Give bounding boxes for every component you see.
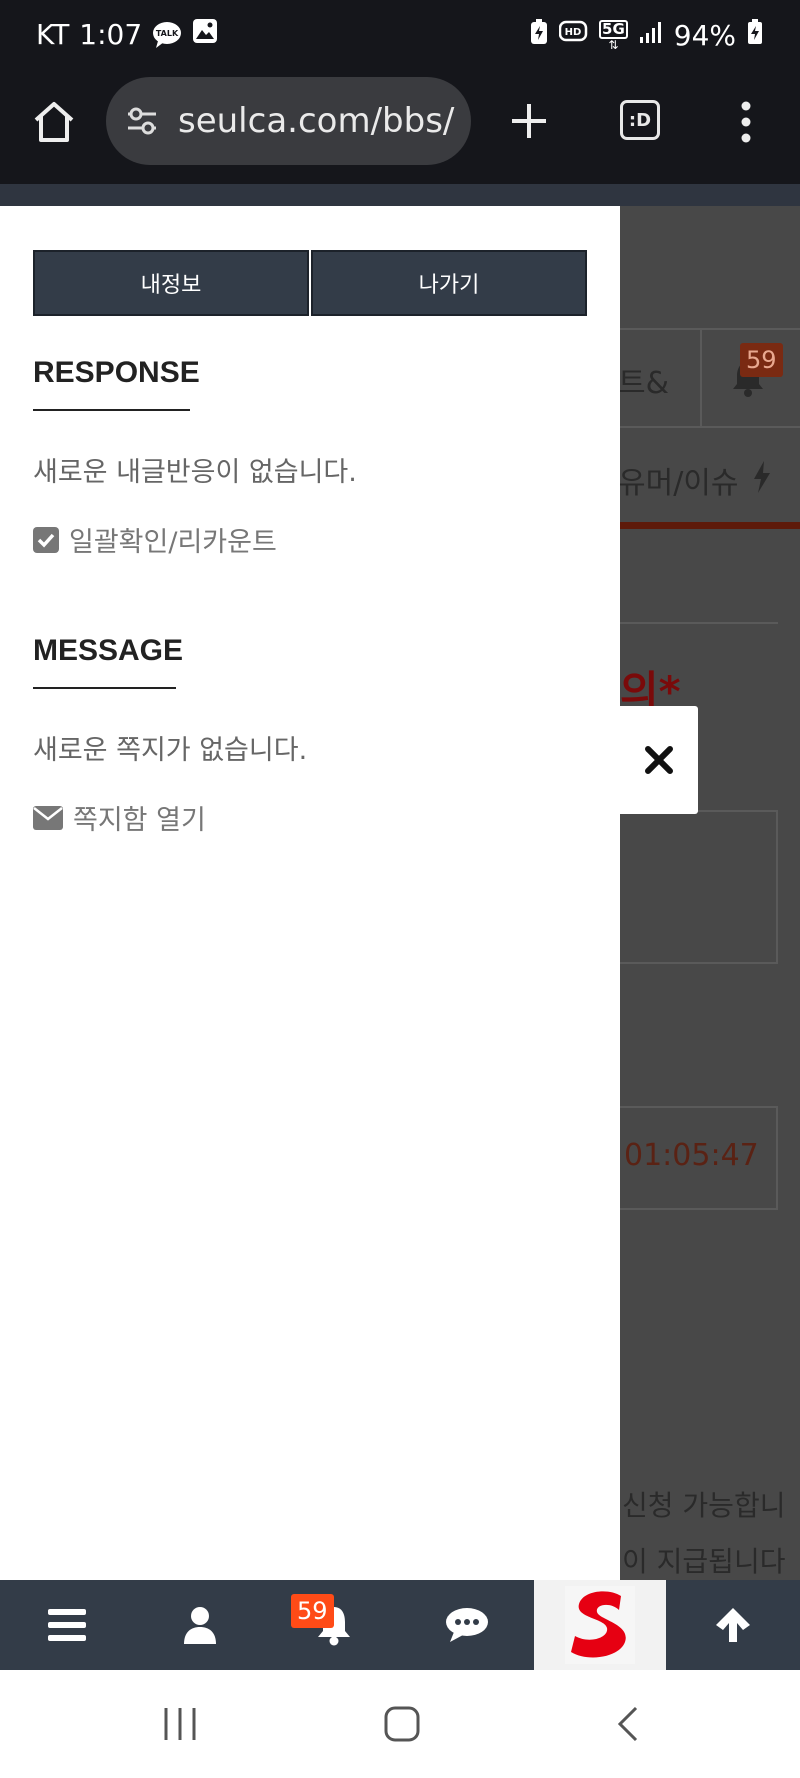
drawer-close-button[interactable]: [620, 706, 698, 814]
background-box: [776, 810, 778, 964]
talk-icon-text: TALK: [156, 29, 179, 38]
svg-text:HD: HD: [565, 27, 582, 38]
logout-button[interactable]: 나가기: [311, 250, 587, 316]
background-timer: 01:05:47: [624, 1138, 759, 1173]
site-logo-button[interactable]: [534, 1580, 666, 1670]
drawer-button-row: 내정보 나가기: [33, 250, 587, 316]
background-divider: [620, 622, 778, 624]
scroll-top-button[interactable]: [666, 1580, 800, 1670]
home-icon: [34, 102, 74, 142]
hd-voice-icon: HD: [558, 19, 589, 52]
user-drawer: 내정보 나가기 RESPONSE 새로운 내글반응이 없습니다. 일괄확인/리카…: [0, 206, 620, 1580]
notification-count-badge: 59: [291, 1594, 334, 1628]
battery-saver-icon: [529, 18, 549, 53]
message-section-title: MESSAGE: [33, 634, 184, 667]
open-inbox-label: 쪽지함 열기: [73, 805, 206, 836]
background-divider: [620, 426, 800, 428]
background-box: [776, 1106, 778, 1210]
background-box: [620, 1208, 778, 1210]
status-bar: KT 1:07 TALK HD 5G ⇅ 94%: [0, 0, 800, 72]
background-box: [620, 962, 778, 964]
more-vertical-icon: [741, 101, 751, 143]
site-settings-icon[interactable]: [124, 103, 160, 139]
clock: 1:07: [79, 18, 143, 51]
tab-switcher-label: :D: [628, 109, 652, 131]
site-logo-icon: [565, 1586, 635, 1664]
address-bar[interactable]: seulca.com/bbs/: [106, 77, 471, 165]
recent-apps-button[interactable]: [140, 1670, 220, 1778]
arrow-up-icon: [716, 1608, 750, 1642]
gallery-icon: [192, 18, 218, 51]
user-icon: [183, 1607, 216, 1644]
tab-switcher-button[interactable]: :D: [620, 100, 660, 140]
status-right: HD 5G ⇅ 94%: [529, 18, 764, 53]
response-section-title: RESPONSE: [33, 356, 200, 389]
background-divider: [620, 328, 800, 330]
back-chevron-icon: [617, 1706, 638, 1742]
url-text: seulca.com/bbs/: [178, 101, 455, 141]
response-empty-text: 새로운 내글반응이 없습니다.: [33, 457, 357, 488]
background-category-label: 유머/이슈: [618, 466, 739, 501]
browser-menu-button[interactable]: [736, 100, 756, 144]
response-underline: [33, 409, 190, 411]
message-empty-text: 새로운 쪽지가 없습니다.: [33, 735, 308, 766]
new-tab-button[interactable]: [508, 100, 550, 142]
background-body-line: 신청 가능합니: [622, 1489, 786, 1522]
chat-bubble-icon: [445, 1608, 488, 1642]
response-recount-label: 일괄확인/리카운트: [69, 527, 277, 558]
background-body-line: 이 지급됩니다: [622, 1545, 786, 1578]
home-button[interactable]: [30, 98, 78, 146]
notifications-button[interactable]: 59: [267, 1580, 400, 1670]
background-bolt-icon: [752, 460, 772, 498]
home-nav-button[interactable]: [362, 1670, 442, 1778]
hamburger-icon: [47, 1609, 86, 1641]
system-nav-bar: [0, 1670, 800, 1778]
signal-icon: [638, 19, 664, 52]
chat-button[interactable]: [400, 1580, 533, 1670]
menu-button[interactable]: [0, 1580, 133, 1670]
close-icon: [645, 746, 673, 774]
background-tab-label: 트&: [618, 366, 669, 401]
back-nav-button[interactable]: [588, 1670, 668, 1778]
browser-toolbar: seulca.com/bbs/ :D: [0, 72, 800, 184]
plus-icon: [512, 104, 546, 138]
battery-percent: 94%: [673, 19, 736, 52]
status-left: KT 1:07 TALK: [36, 18, 218, 51]
my-info-button[interactable]: 내정보: [33, 250, 309, 316]
checkbox-checked-icon: [33, 526, 59, 553]
envelope-icon: [33, 805, 63, 830]
battery-charging-icon: [746, 18, 764, 53]
message-underline: [33, 687, 176, 689]
response-recount-link[interactable]: 일괄확인/리카운트: [33, 520, 277, 559]
carrier-label: KT: [36, 18, 70, 51]
background-box: [620, 1106, 778, 1108]
open-inbox-link[interactable]: 쪽지함 열기: [33, 798, 206, 837]
background-header-strip: [0, 184, 800, 206]
profile-button[interactable]: [133, 1580, 266, 1670]
background-bell-badge: 59: [740, 343, 783, 377]
talk-icon: TALK: [152, 21, 182, 49]
background-divider: [700, 330, 702, 426]
site-bottom-nav: 59: [0, 1580, 800, 1670]
background-active-indicator: [620, 522, 800, 529]
recent-apps-icon: [164, 1708, 196, 1740]
network-type-label: 5G: [599, 20, 628, 39]
network-type-icon: 5G ⇅: [599, 20, 628, 51]
home-square-icon: [384, 1706, 420, 1742]
